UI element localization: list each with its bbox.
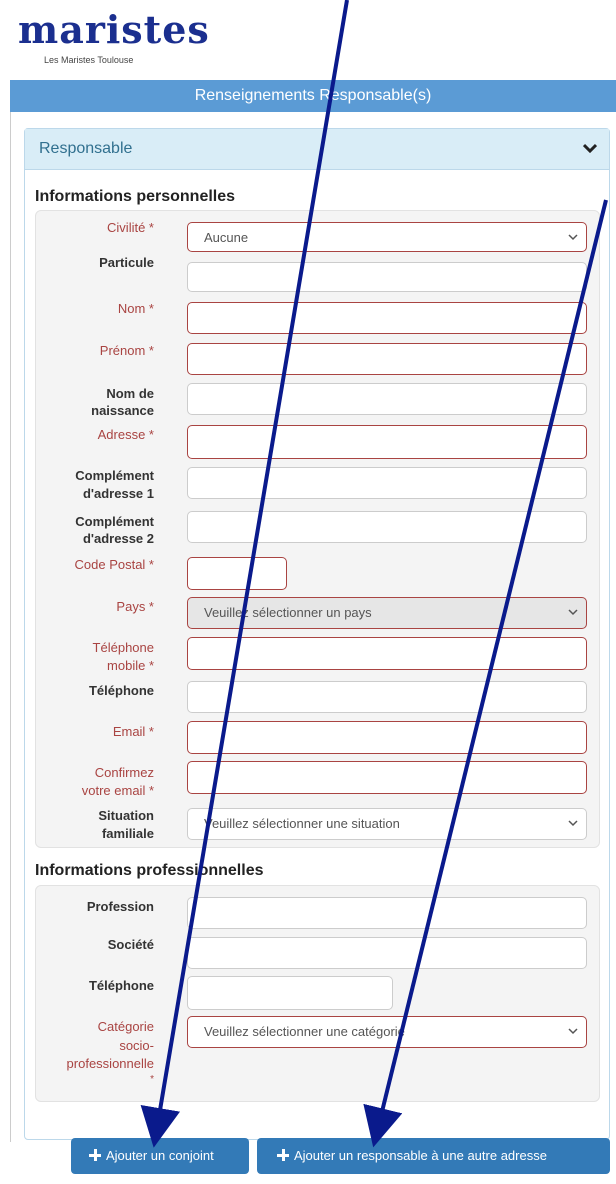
- arrow-to-responsible-button: [363, 199, 608, 1148]
- arrow-to-spouse-button: [140, 0, 349, 1148]
- annotation-arrows: [140, 0, 608, 1148]
